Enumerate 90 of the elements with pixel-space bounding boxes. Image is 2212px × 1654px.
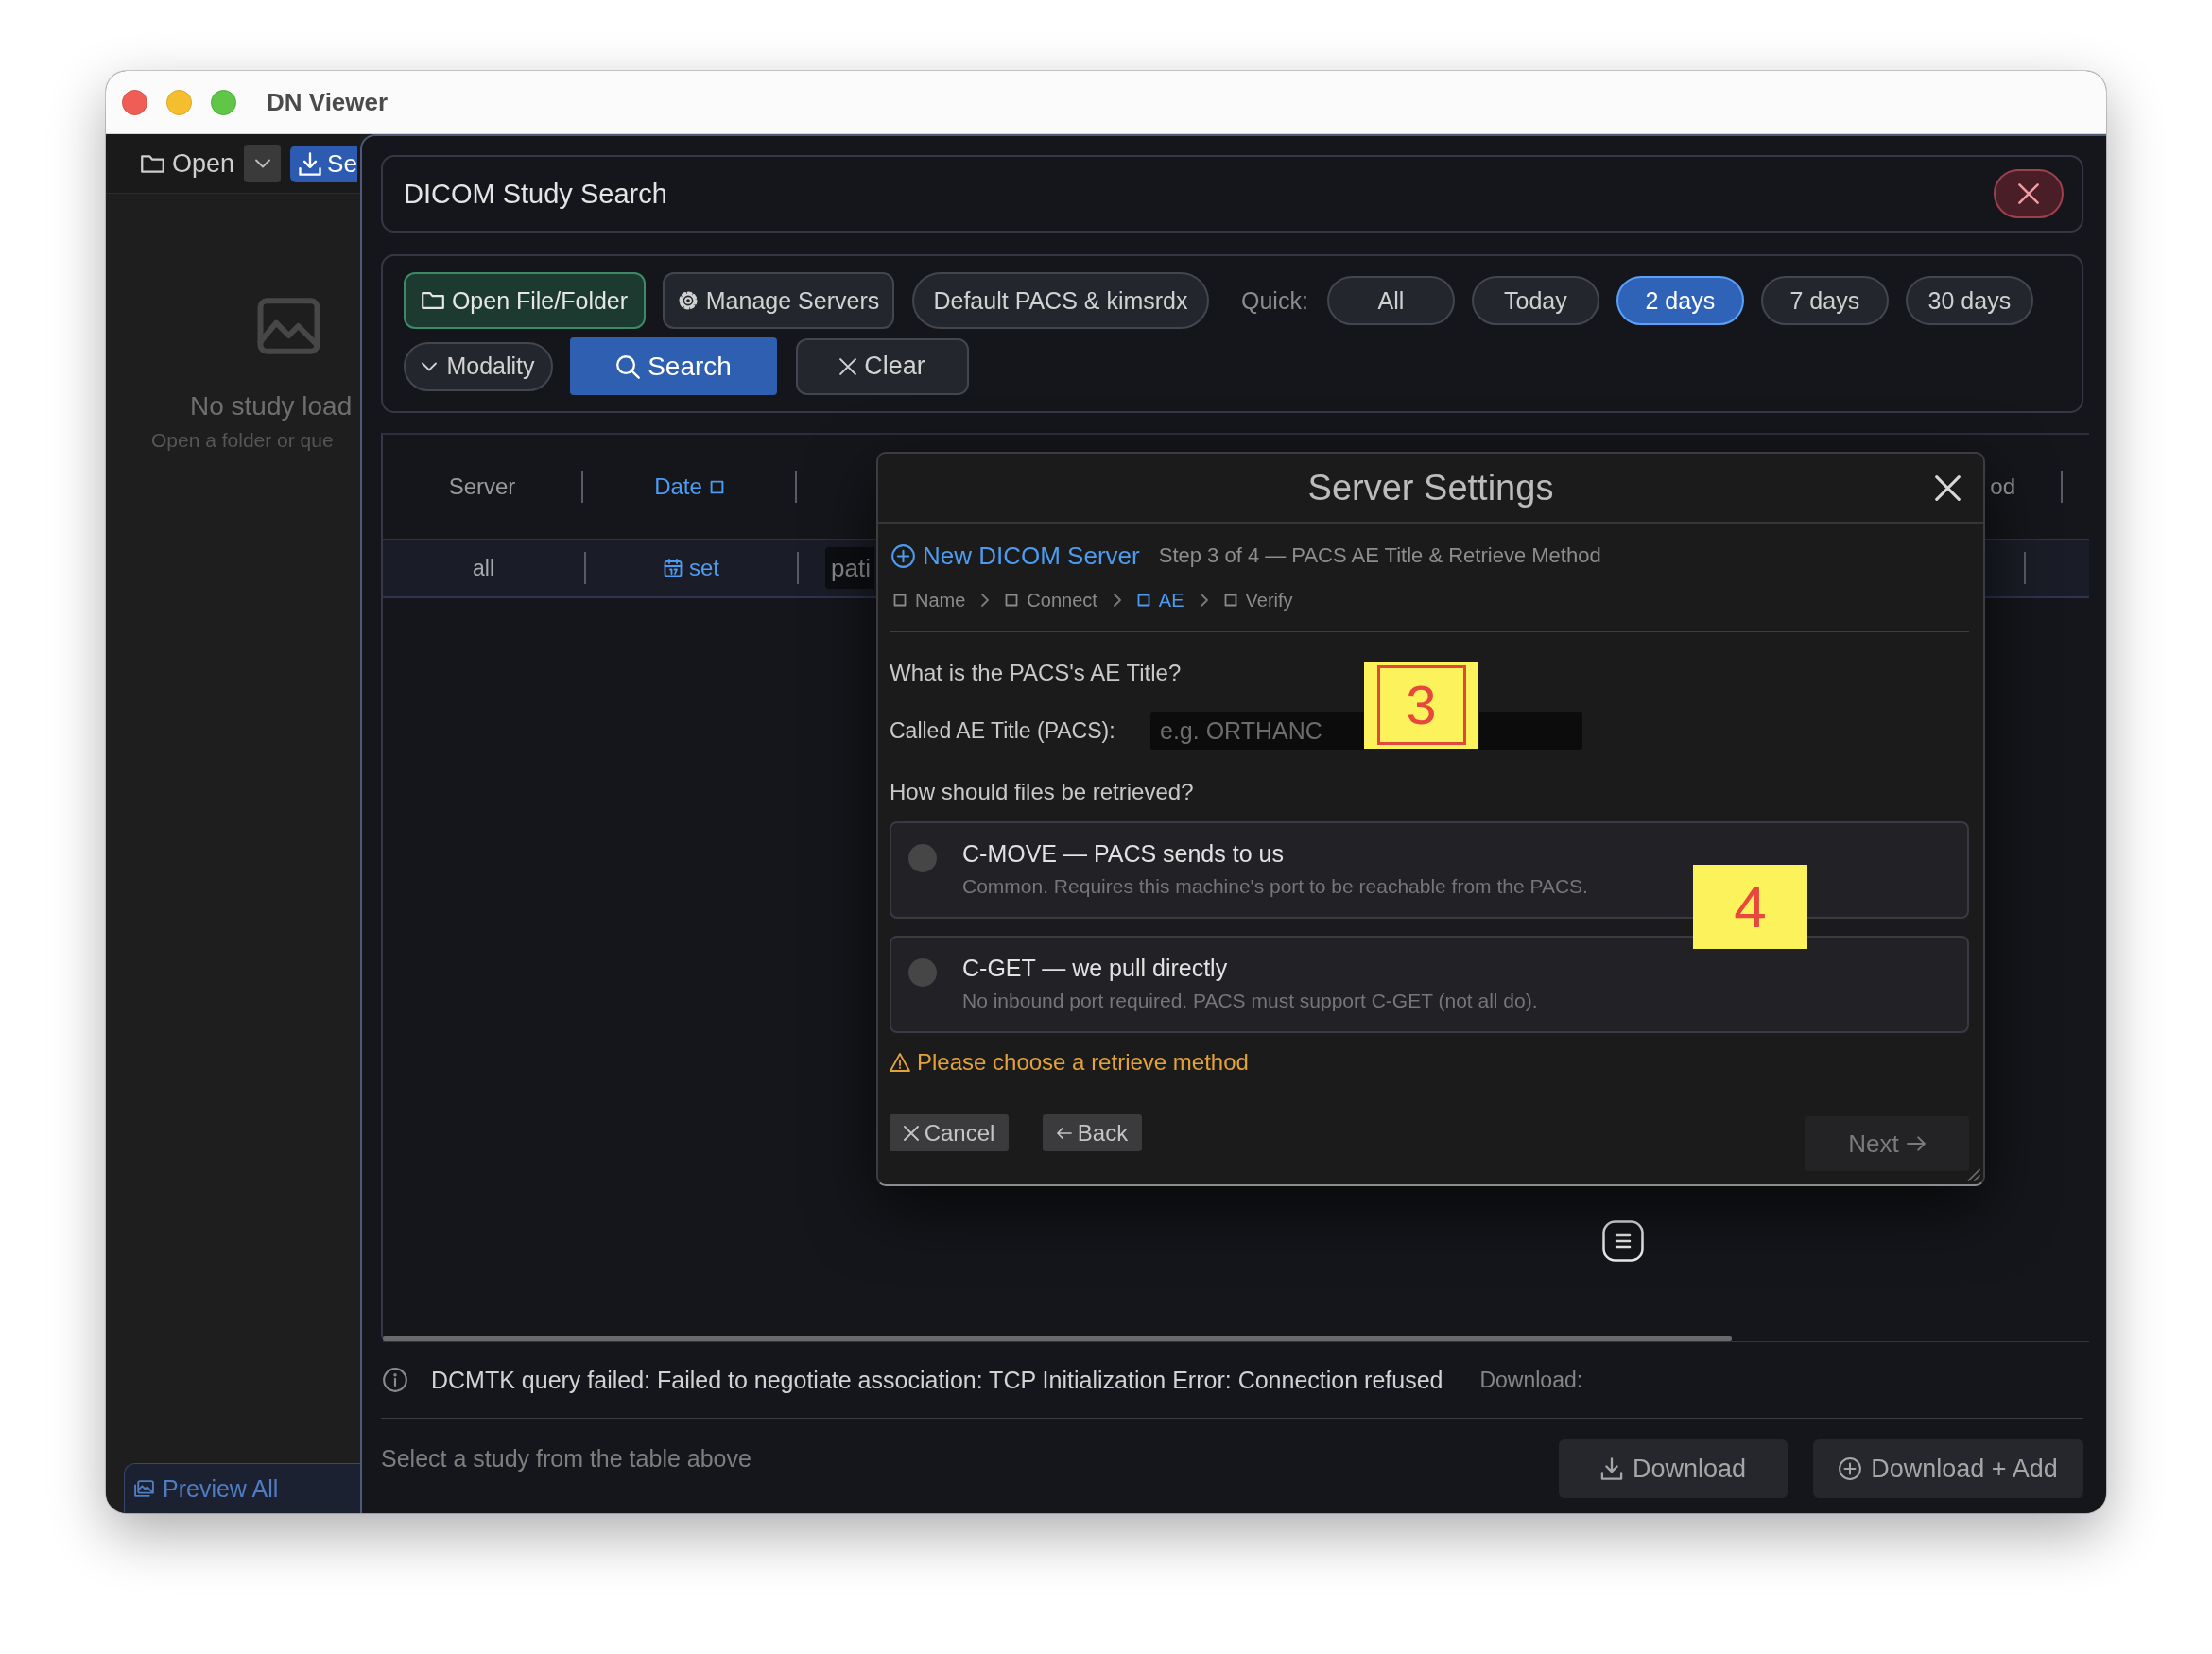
calendar-icon (664, 559, 683, 577)
folder-icon (141, 154, 164, 173)
dialog-title: Server Settings (1307, 467, 1554, 508)
folder-icon (421, 292, 444, 309)
warning-message: Please choose a retrieve method (917, 1049, 1249, 1076)
status-message: DCMTK query failed: Failed to negotiate association: TCP Initialization Error: Connection refused (431, 1366, 1443, 1394)
quick-label: Quick: (1241, 286, 1308, 315)
warning-icon (890, 1053, 910, 1072)
date-range-pill[interactable]: 7 days (1760, 276, 1889, 325)
server-selector-button[interactable]: Default PACS & kimsrdx (912, 272, 1209, 329)
close-button[interactable] (122, 89, 147, 115)
option-description: Common. Requires this machine's port to be reachable from the PACS. (962, 874, 1588, 899)
radio-button[interactable] (908, 844, 937, 872)
chevron-down-icon (422, 361, 438, 371)
download-icon (1599, 1457, 1623, 1480)
radio-button[interactable] (908, 958, 937, 987)
option-description: No inbound port required. PACS must support C-GET (not all do). (962, 989, 1538, 1013)
step-caption: Step 3 of 4 — PACS AE Title & Retrieve Method (1158, 543, 1601, 568)
date-range-pill[interactable]: All (1326, 276, 1455, 325)
preview-all-button[interactable]: Preview All (124, 1463, 360, 1513)
server-filter[interactable]: all (473, 555, 494, 581)
callout-number: 3 (1364, 662, 1478, 749)
chevron-right-icon (1200, 594, 1208, 607)
column-header[interactable]: od (1990, 474, 2015, 500)
square-icon (1005, 594, 1019, 607)
step-label: AE (1158, 589, 1184, 612)
download-label: Download: (1479, 1367, 1583, 1393)
download-button[interactable]: Download (1559, 1439, 1788, 1498)
clear-button[interactable]: Clear (796, 337, 969, 395)
info-icon (383, 1368, 407, 1392)
image-icon (257, 298, 320, 354)
option-title: C-MOVE — PACS sends to us (962, 839, 1285, 868)
empty-state-subtitle: Open a folder or que (151, 428, 334, 453)
column-header[interactable]: Date (654, 474, 702, 500)
arrow-right-icon (1906, 1136, 1926, 1151)
date-filter-button[interactable]: set (664, 555, 719, 581)
empty-state-title: No study load (190, 390, 353, 422)
chevron-down-icon (254, 159, 270, 168)
ae-title-field[interactable]: e.g. ORTHANC (1150, 712, 1365, 750)
ae-title-field-end[interactable] (1479, 712, 1582, 750)
plus-circle-icon (891, 543, 915, 568)
option-title: C-GET — we pull directly (962, 954, 1229, 982)
toolbar-button[interactable]: Se (290, 145, 357, 182)
dropdown-button[interactable] (244, 145, 282, 182)
date-range-pill[interactable]: 2 days (1616, 276, 1744, 325)
question-text: What is the PACS's AE Title? (890, 659, 1183, 687)
question-text: How should files be retrieved? (890, 778, 1195, 806)
images-icon (133, 1479, 155, 1498)
horizontal-scrollbar[interactable] (383, 1336, 2089, 1342)
square-icon (893, 594, 907, 607)
minimize-button[interactable] (166, 89, 192, 115)
settings-icon (677, 290, 699, 311)
step-label: Connect (1027, 589, 1097, 612)
window-title: DN Viewer (267, 87, 389, 117)
callout-number: 4 (1693, 865, 1807, 949)
sort-indicator-icon (709, 479, 724, 494)
plus-circle-icon (1839, 1457, 1862, 1480)
manage-servers-button[interactable]: Manage Servers (663, 272, 894, 329)
search-icon (615, 353, 641, 379)
menu-icon[interactable] (1602, 1220, 1644, 1262)
open-button[interactable]: Open (141, 148, 235, 179)
chevron-right-icon (981, 594, 990, 607)
chevron-right-icon (1113, 594, 1121, 607)
x-icon (903, 1125, 919, 1141)
open-folder-button[interactable]: Open File/Folder (404, 272, 646, 329)
column-header[interactable]: Server (448, 474, 516, 500)
retrieve-option[interactable]: C-GET — we pull directly No inbound port required. PACS must support C-GET (not all do). (890, 936, 1969, 1033)
square-icon (1223, 594, 1237, 607)
date-range-pill[interactable]: 30 days (1905, 276, 2033, 325)
cancel-button[interactable]: Cancel (890, 1114, 1009, 1151)
zoom-button[interactable] (211, 89, 236, 115)
back-button[interactable]: Back (1043, 1114, 1142, 1151)
close-icon (2018, 183, 2039, 204)
date-range-pill[interactable]: Today (1471, 276, 1599, 325)
close-icon[interactable] (1934, 474, 1961, 501)
step-label: Name (915, 589, 966, 612)
download-add-button[interactable]: Download + Add (1813, 1439, 2083, 1498)
filter-input-field[interactable]: pati (825, 547, 874, 589)
field-label: Called AE Title (PACS): (890, 718, 1116, 744)
square-icon (1136, 594, 1150, 607)
step-label: Verify (1245, 589, 1293, 612)
footer-hint: Select a study from the table above (381, 1444, 752, 1473)
dialog-heading: New DICOM Server (923, 541, 1140, 571)
search-button[interactable]: Search (570, 337, 777, 395)
modality-dropdown[interactable]: Modality (404, 341, 553, 391)
x-icon (839, 357, 857, 375)
download-icon (299, 151, 322, 176)
panel-title: DICOM Study Search (404, 178, 667, 210)
close-button[interactable] (1994, 169, 2064, 218)
arrow-left-icon (1056, 1125, 1072, 1141)
